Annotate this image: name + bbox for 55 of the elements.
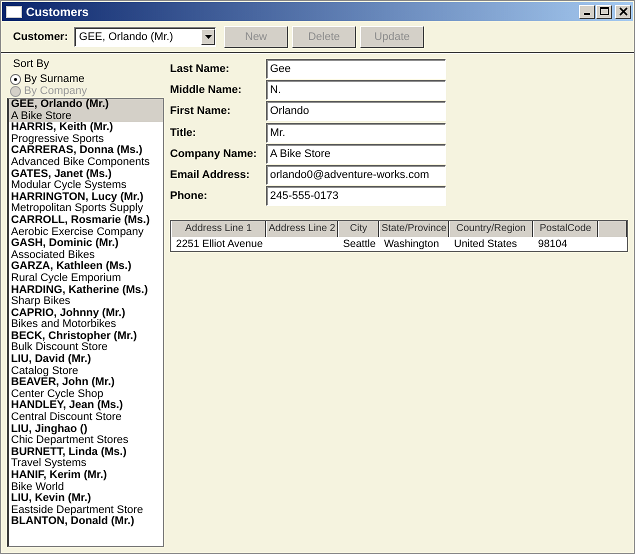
window-title: Customers (26, 4, 90, 18)
customer-list-item[interactable]: GATES, Janet (Ms.) Modular Cycle Systems (9, 168, 163, 192)
close-button[interactable] (615, 4, 631, 18)
column-header[interactable]: Address Line 1 (171, 221, 266, 238)
customer-list-item[interactable]: HANIF, Kerim (Mr.) Bike World (9, 470, 163, 494)
customer-dropdown[interactable]: GEE, Orlando (Mr.) (74, 27, 216, 47)
field-label: Email Address: (170, 169, 251, 182)
field-label: Phone: (170, 190, 208, 202)
customer-list-item[interactable]: CARRERAS, Donna (Ms.) Advanced Bike Components (9, 145, 163, 169)
customer-list-item[interactable]: CARROLL, Rosmarie (Ms.) Aerobic Exercise Company (9, 214, 163, 238)
table-cell-text: United States (453, 237, 518, 252)
window-icon (6, 6, 22, 18)
field-label: Company Name: (170, 148, 258, 160)
text-field[interactable]: Mr. (266, 122, 446, 143)
customer-list-item[interactable]: LIU, Jinghao () Chic Department Stores (9, 424, 163, 447)
maximize-icon (600, 7, 608, 16)
table-cell-text: Washington (383, 237, 440, 252)
sort-radio-option[interactable]: By Surname (10, 73, 164, 85)
minimize-button[interactable] (579, 4, 595, 18)
customer-list-item[interactable]: BECK, Christopher (Mr.) Bulk Discount Store (9, 330, 163, 354)
text-field[interactable]: 245-555-0173 (266, 186, 446, 206)
customer-label: Customer: (13, 31, 68, 43)
customer-list-item[interactable]: LIU, David (Mr.) Catalog Store (9, 354, 163, 378)
field-label: Last Name: (170, 62, 230, 75)
table-cell-text: Seattle (342, 237, 377, 252)
customer-list-item[interactable]: CAPRIO, Johnny (Mr.) Bikes and Motorbikes (9, 308, 163, 331)
customer-list-item[interactable]: BEAVER, John (Mr.) Center Cycle Shop (9, 377, 163, 400)
table-cell-text: 2251 Elliot Avenue (175, 237, 264, 252)
maximize-button[interactable] (596, 4, 612, 18)
sort-by-label: Sort By (13, 58, 50, 70)
customer-list-item[interactable]: HARRIS, Keith (Mr.) Progressive Sports (9, 122, 163, 146)
customer-list-item[interactable]: LIU, Kevin (Mr.) Eastside Department Store (9, 493, 163, 516)
customer-list-item[interactable]: BLANTON, Donald (Mr.) (9, 516, 163, 528)
close-icon (618, 7, 628, 16)
text-field[interactable]: A Bike Store (266, 144, 446, 164)
column-header[interactable]: City (338, 221, 379, 238)
field-label: First Name: (170, 105, 232, 118)
field-label: Title: (170, 126, 198, 139)
customer-list-item[interactable]: GEE, Orlando (Mr.) A Bike Store (9, 99, 163, 122)
customer-list-item[interactable]: HANDLEY, Jean (Ms.) Central Discount Store (9, 400, 163, 424)
text-field[interactable]: Orlando (266, 101, 446, 122)
field-label: Middle Name: (170, 84, 243, 96)
customer-list-item[interactable]: HARRINGTON, Lucy (Mr.) Metropolitan Sports Supply (9, 192, 163, 215)
table-cell-text: 98104 (537, 237, 568, 252)
text-field[interactable]: N. (266, 80, 446, 100)
customer-list-item[interactable]: BURNETT, Linda (Ms.) Travel Systems (9, 446, 163, 470)
text-field[interactable]: Gee (266, 58, 446, 79)
column-header[interactable]: Country/Region (449, 221, 533, 238)
customer-list-item[interactable]: GARZA, Kathleen (Ms.) Rural Cycle Emporium (9, 261, 163, 284)
text-field[interactable]: orlando0@adventure-works.com (266, 165, 446, 186)
column-header[interactable]: State/Province (379, 221, 449, 238)
column-header[interactable]: PostalCode (533, 221, 598, 238)
customer-list-item[interactable]: GASH, Dominic (Mr.) Associated Bikes (9, 238, 163, 262)
customer-list-item[interactable]: HARDING, Katherine (Ms.) Sharp Bikes (9, 284, 163, 308)
column-header[interactable]: Address Line 2 (266, 221, 338, 238)
